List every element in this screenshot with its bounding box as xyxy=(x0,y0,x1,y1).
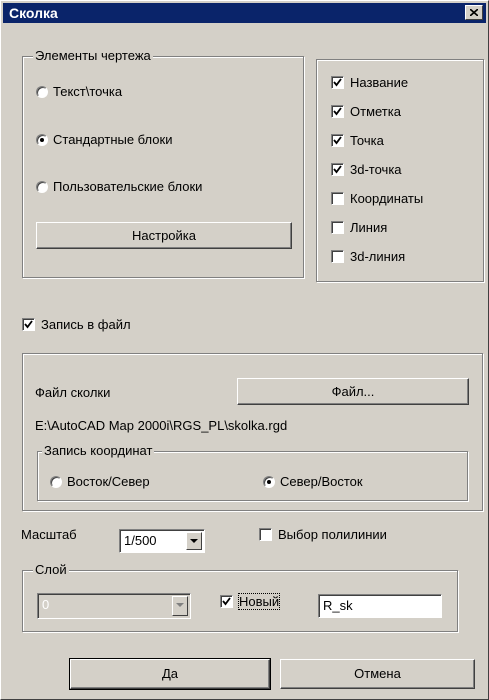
title-bar[interactable]: Сколка xyxy=(3,3,486,23)
layer-legend: Слой xyxy=(33,562,69,578)
checkbox-label: 3d-линия xyxy=(350,249,406,264)
radio-user-blocks[interactable]: Пользовательские блоки xyxy=(36,179,202,195)
dropdown-arrow-button[interactable] xyxy=(186,532,202,550)
dialog-window: Сколка Элементы чертежа Текст\точка Стан… xyxy=(0,0,489,700)
checkmark-icon xyxy=(333,107,342,116)
radio-standard-blocks[interactable]: Стандартные блоки xyxy=(36,132,172,148)
checkbox-point[interactable]: Точка xyxy=(331,133,384,149)
checkbox-box xyxy=(331,221,344,234)
coords-group: Запись координат Восток/Север Север/Вост… xyxy=(37,443,468,501)
file-path: E:\AutoCAD Map 2000i\RGS_PL\skolka.rgd xyxy=(35,418,288,433)
checkbox-elevation[interactable]: Отметка xyxy=(331,104,401,120)
window-title: Сколка xyxy=(9,5,58,21)
checkbox-box xyxy=(331,192,344,205)
radio-text-point[interactable]: Текст\точка xyxy=(36,84,122,100)
checkbox-box xyxy=(259,528,272,541)
radio-north-east[interactable]: Север/Восток xyxy=(263,474,363,490)
checkbox-new-layer[interactable]: Новый xyxy=(220,593,281,610)
checkbox-label: Запись в файл xyxy=(41,317,131,332)
checkbox-name[interactable]: Название xyxy=(331,75,408,91)
radio-indicator xyxy=(36,134,48,146)
checkmark-icon xyxy=(333,165,342,174)
dropdown-arrow-button xyxy=(172,596,188,616)
checkbox-label: Название xyxy=(350,75,409,90)
close-icon xyxy=(470,9,478,16)
checkbox-box xyxy=(331,250,344,263)
coords-legend: Запись координат xyxy=(42,443,155,459)
radio-label: Текст\точка xyxy=(53,84,123,99)
checkmark-icon xyxy=(333,78,342,87)
scale-value: 1/500 xyxy=(124,533,157,548)
radio-label: Север/Восток xyxy=(280,474,363,489)
scale-dropdown[interactable]: 1/500 xyxy=(119,529,205,553)
radio-indicator xyxy=(263,476,275,488)
attributes-group: Название Отметка Точка 3d-точка Координа… xyxy=(316,59,484,282)
checkbox-box xyxy=(331,76,344,89)
chevron-down-icon xyxy=(176,603,184,607)
checkbox-box xyxy=(331,163,344,176)
ok-button[interactable]: Да xyxy=(69,658,271,690)
radio-label: Восток/Север xyxy=(67,474,150,489)
checkbox-write-to-file[interactable]: Запись в файл xyxy=(22,317,131,333)
checkbox-label: Точка xyxy=(350,133,384,148)
radio-east-north[interactable]: Восток/Север xyxy=(50,474,150,490)
checkmark-icon xyxy=(222,597,231,606)
layer-group: Слой 0 Новый R_sk xyxy=(22,562,458,632)
checkbox-box xyxy=(22,318,35,331)
radio-indicator xyxy=(50,476,62,488)
file-label: Файл сколки xyxy=(35,385,111,400)
radio-label: Пользовательские блоки xyxy=(53,179,203,194)
layer-dropdown: 0 xyxy=(37,593,191,619)
file-browse-button[interactable]: Файл... xyxy=(237,378,469,405)
checkbox-line[interactable]: Линия xyxy=(331,220,387,236)
checkbox-polyline[interactable]: Выбор полилинии xyxy=(259,527,387,543)
checkbox-label: Линия xyxy=(350,220,388,235)
cancel-button[interactable]: Отмена xyxy=(280,659,475,689)
checkbox-label: Выбор полилинии xyxy=(278,527,387,542)
settings-button[interactable]: Настройка xyxy=(36,222,292,249)
file-group: Файл сколки Файл... E:\AutoCAD Map 2000i… xyxy=(22,353,483,511)
drawing-elements-legend: Элементы чертежа xyxy=(33,48,153,64)
radio-label: Стандартные блоки xyxy=(53,132,173,147)
checkbox-label: Отметка xyxy=(350,104,401,119)
drawing-elements-group: Элементы чертежа Текст\точка Стандартные… xyxy=(22,48,304,278)
close-button[interactable] xyxy=(465,5,483,20)
layer-name-input[interactable]: R_sk xyxy=(318,594,442,618)
checkmark-icon xyxy=(24,320,33,329)
layer-value: 0 xyxy=(42,597,50,612)
chevron-down-icon xyxy=(190,539,198,543)
checkbox-label: Новый xyxy=(237,593,281,610)
checkmark-icon xyxy=(333,136,342,145)
checkbox-label: Координаты xyxy=(350,191,424,206)
checkbox-3d-line[interactable]: 3d-линия xyxy=(331,249,405,265)
radio-indicator xyxy=(36,86,48,98)
checkbox-box xyxy=(220,595,233,608)
checkbox-box xyxy=(331,105,344,118)
checkbox-coordinates[interactable]: Координаты xyxy=(331,191,423,207)
checkbox-box xyxy=(331,134,344,147)
scale-label: Масштаб xyxy=(21,527,77,542)
checkbox-label: 3d-точка xyxy=(350,162,402,177)
radio-indicator xyxy=(36,181,48,193)
checkbox-3d-point[interactable]: 3d-точка xyxy=(331,162,402,178)
